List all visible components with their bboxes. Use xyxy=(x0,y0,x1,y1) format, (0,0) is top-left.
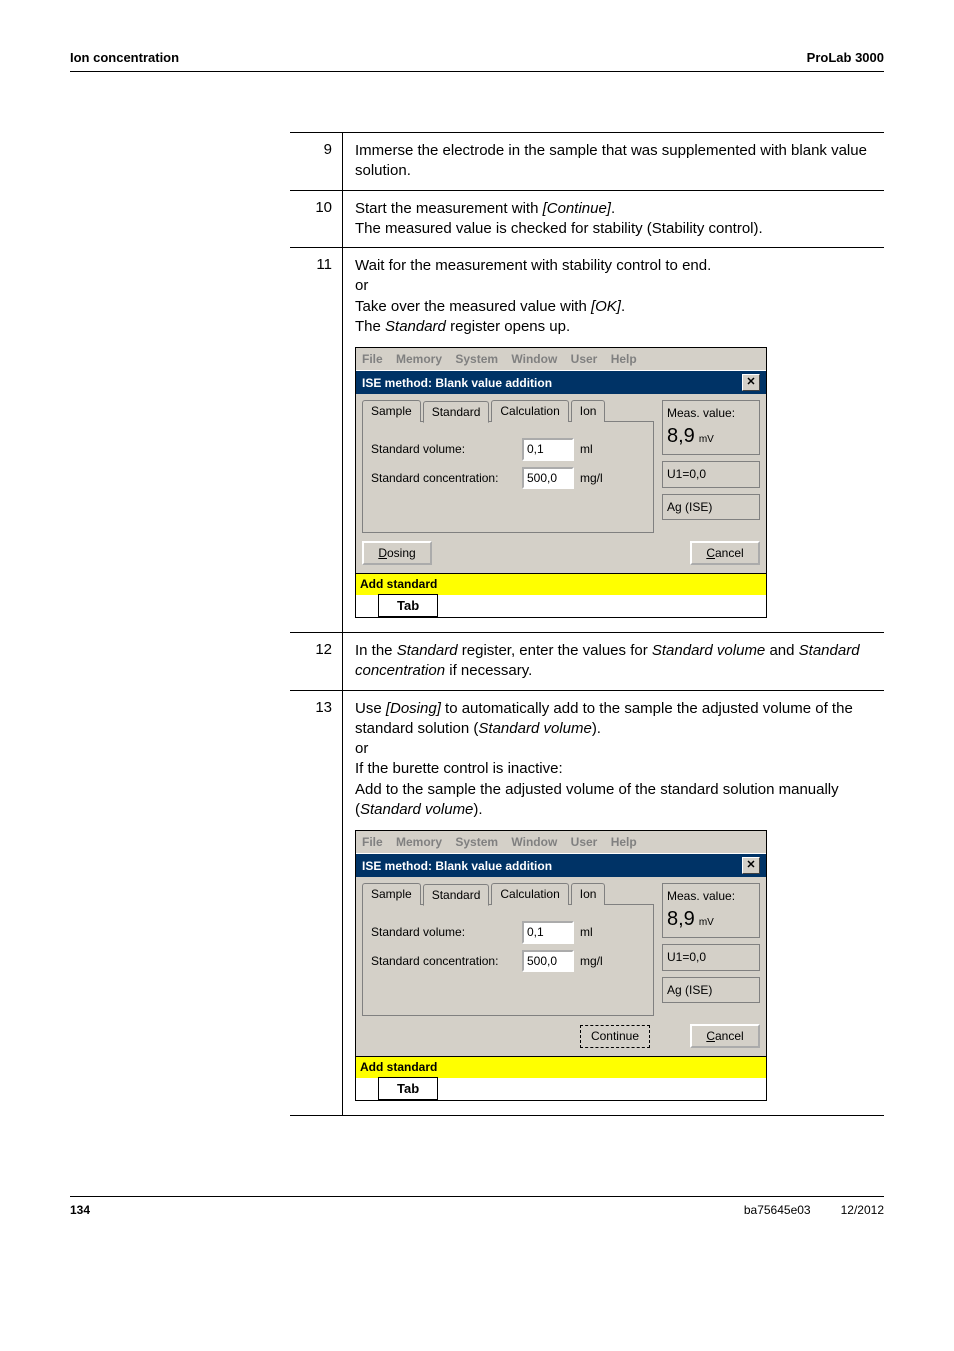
menu-user[interactable]: User xyxy=(571,835,598,849)
menu-system[interactable]: System xyxy=(455,352,498,366)
tab-sample[interactable]: Sample xyxy=(362,883,421,905)
tab-ion[interactable]: Ion xyxy=(571,883,606,905)
unit-mgl: mg/l xyxy=(580,470,603,486)
menu-file[interactable]: File xyxy=(362,352,383,366)
std-conc-input[interactable]: 500,0 xyxy=(522,950,574,972)
step-text: Start the measurement with [Continue]. T… xyxy=(343,191,884,248)
continue-button[interactable]: Continue xyxy=(580,1025,650,1047)
step-number: 10 xyxy=(290,191,343,248)
meas-value-box: Meas. value: 8,9mV xyxy=(662,883,760,938)
std-volume-input[interactable]: 0,1 xyxy=(522,438,574,460)
menu-memory[interactable]: Memory xyxy=(396,835,442,849)
menubar: File Memory System Window User Help xyxy=(356,348,766,371)
titlebar: ISE method: Blank value addition ✕ xyxy=(356,371,766,394)
app-screenshot: File Memory System Window User Help ISE … xyxy=(355,347,767,618)
std-volume-label: Standard volume: xyxy=(371,924,516,940)
close-icon[interactable]: ✕ xyxy=(742,374,760,391)
tab-caption: Tab xyxy=(378,594,438,618)
step-text: Wait for the measurement with stability … xyxy=(343,248,884,632)
tab-calculation[interactable]: Calculation xyxy=(491,883,568,905)
status-strip: Add standard xyxy=(356,573,766,594)
menu-user[interactable]: User xyxy=(571,352,598,366)
footer-doc: ba75645e03 xyxy=(744,1203,811,1217)
cancel-button[interactable]: Cancel xyxy=(690,541,760,565)
step-number: 9 xyxy=(290,133,343,190)
std-conc-label: Standard concentration: xyxy=(371,470,516,486)
step-text: Immerse the electrode in the sample that… xyxy=(343,133,884,190)
tab-caption: Tab xyxy=(378,1077,438,1101)
u1-box: U1=0,0 xyxy=(662,461,760,487)
step-text: In the Standard register, enter the valu… xyxy=(343,633,884,690)
step-text: Use [Dosing] to automatically add to the… xyxy=(343,691,884,1116)
menu-file[interactable]: File xyxy=(362,835,383,849)
unit-ml: ml xyxy=(580,924,593,940)
menu-system[interactable]: System xyxy=(455,835,498,849)
step-number: 12 xyxy=(290,633,343,690)
app-screenshot: File Memory System Window User Help ISE … xyxy=(355,830,767,1101)
tab-sample[interactable]: Sample xyxy=(362,400,421,422)
step-number: 11 xyxy=(290,248,343,632)
page-number: 134 xyxy=(70,1203,90,1217)
header-right: ProLab 3000 xyxy=(807,50,884,65)
dosing-button[interactable]: Dosing xyxy=(362,541,432,565)
menu-memory[interactable]: Memory xyxy=(396,352,442,366)
step-number: 13 xyxy=(290,691,343,1116)
header-left: Ion concentration xyxy=(70,50,179,65)
std-volume-input[interactable]: 0,1 xyxy=(522,921,574,943)
cancel-button[interactable]: Cancel xyxy=(690,1024,760,1048)
tab-standard[interactable]: Standard xyxy=(423,884,490,906)
footer-date: 12/2012 xyxy=(841,1203,884,1217)
unit-mgl: mg/l xyxy=(580,953,603,969)
meas-value-box: Meas. value: 8,9mV xyxy=(662,400,760,455)
ag-box: Ag (ISE) xyxy=(662,977,760,1003)
status-strip: Add standard xyxy=(356,1056,766,1077)
u1-box: U1=0,0 xyxy=(662,944,760,970)
menu-window[interactable]: Window xyxy=(511,835,557,849)
tab-ion[interactable]: Ion xyxy=(571,400,606,422)
ag-box: Ag (ISE) xyxy=(662,494,760,520)
menu-help[interactable]: Help xyxy=(611,352,637,366)
unit-ml: ml xyxy=(580,441,593,457)
std-conc-label: Standard concentration: xyxy=(371,953,516,969)
tab-calculation[interactable]: Calculation xyxy=(491,400,568,422)
std-conc-input[interactable]: 500,0 xyxy=(522,467,574,489)
tab-standard[interactable]: Standard xyxy=(423,401,490,423)
menu-window[interactable]: Window xyxy=(511,352,557,366)
titlebar: ISE method: Blank value addition ✕ xyxy=(356,854,766,877)
menu-help[interactable]: Help xyxy=(611,835,637,849)
menubar: File Memory System Window User Help xyxy=(356,831,766,854)
close-icon[interactable]: ✕ xyxy=(742,857,760,874)
std-volume-label: Standard volume: xyxy=(371,441,516,457)
